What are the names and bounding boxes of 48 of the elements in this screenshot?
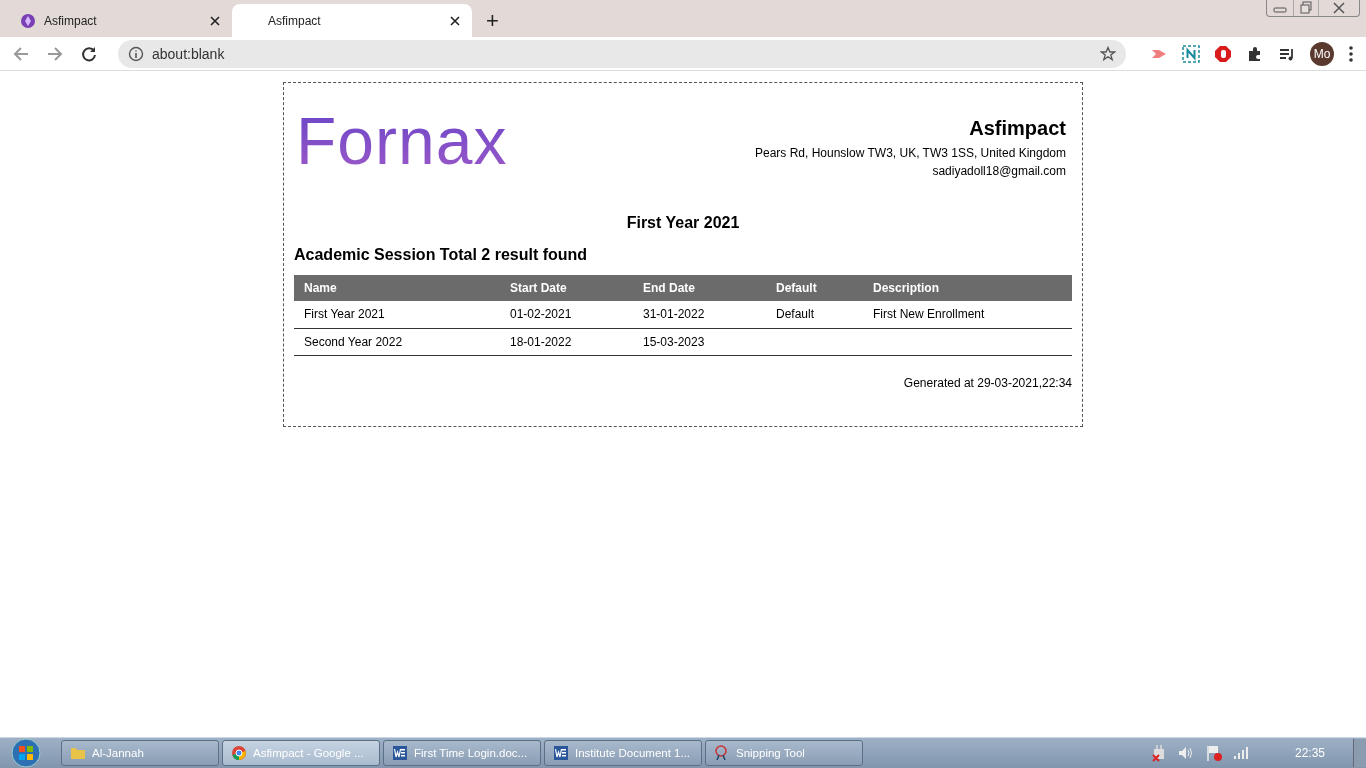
table-cell: First New Enrollment bbox=[863, 301, 1072, 328]
tab-title: Asfimpact bbox=[44, 13, 98, 28]
report-subtitle: Academic Session Total 2 result found bbox=[294, 246, 589, 264]
folder-icon bbox=[70, 745, 86, 761]
table-cell: Second Year 2022 bbox=[294, 328, 500, 355]
browser-icon bbox=[231, 745, 247, 761]
forward-icon[interactable] bbox=[46, 44, 64, 63]
close-icon[interactable] bbox=[210, 15, 220, 26]
company-address: Pears Rd, Hounslow TW3, UK, TW3 1SS, United Kingdom bbox=[755, 145, 1066, 162]
company-name: Asfimpact bbox=[969, 117, 1066, 140]
column-header: Start Date bbox=[500, 275, 633, 301]
start-button[interactable] bbox=[8, 738, 44, 768]
generated-timestamp: Generated at 29-03-2021,22:34 bbox=[903, 375, 1072, 390]
new-tab-button[interactable]: + bbox=[472, 4, 513, 37]
flag-icon bbox=[1204, 744, 1223, 762]
signal-icon bbox=[1232, 746, 1249, 760]
browser-tab[interactable]: Asfimpact bbox=[8, 4, 232, 37]
stop-hand-icon[interactable] bbox=[1214, 44, 1232, 63]
scissors-icon bbox=[714, 745, 730, 761]
document-icon bbox=[553, 745, 569, 761]
address-bar[interactable]: about:blank bbox=[118, 39, 1126, 68]
reload-icon[interactable] bbox=[80, 44, 98, 63]
clock: 22:35 bbox=[1294, 746, 1325, 760]
table-cell: First Year 2021 bbox=[294, 301, 500, 328]
close-icon[interactable] bbox=[450, 15, 460, 26]
tab-title: Asfimpact bbox=[268, 13, 322, 28]
browser-tab[interactable]: Asfimpact bbox=[232, 4, 472, 37]
speaker-icon bbox=[1176, 745, 1195, 761]
company-email: sadiyadoll18@gmail.com bbox=[932, 163, 1066, 180]
report-title: First Year 2021 bbox=[625, 214, 741, 232]
column-header: End Date bbox=[633, 275, 766, 301]
extension-icon[interactable] bbox=[1182, 44, 1200, 63]
power-icon bbox=[1150, 744, 1167, 762]
table-cell: 15-03-2023 bbox=[633, 328, 766, 355]
column-header: Default bbox=[766, 275, 863, 301]
back-icon[interactable] bbox=[12, 44, 30, 63]
column-header: Name bbox=[294, 275, 500, 301]
table-cell: 31-01-2022 bbox=[633, 301, 766, 328]
profile-avatar[interactable]: Mo bbox=[1310, 41, 1334, 66]
url-text: about:blank bbox=[152, 45, 226, 62]
column-header: Description bbox=[863, 275, 1072, 301]
table-cell: 01-02-2021 bbox=[500, 301, 633, 328]
menu-icon[interactable] bbox=[1348, 44, 1354, 63]
star-icon[interactable] bbox=[1100, 45, 1116, 62]
document-icon bbox=[392, 745, 408, 761]
info-icon bbox=[128, 45, 144, 62]
table-cell: 18-01-2022 bbox=[500, 328, 633, 355]
table-cell: Default bbox=[766, 301, 863, 328]
